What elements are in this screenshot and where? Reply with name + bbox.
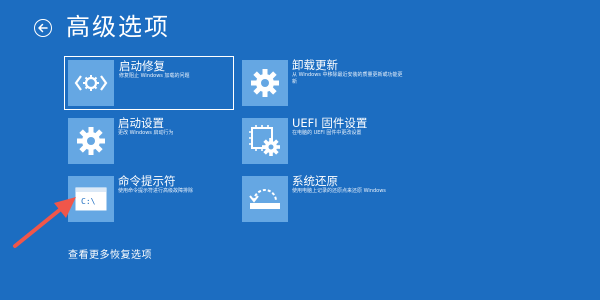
tile-description: 使用电脑上记录的还原点来还原 Windows	[292, 188, 386, 194]
code-brackets-icon	[68, 60, 114, 106]
tile-startup-settings[interactable]: 启动设置 更改 Windows 启动行为	[64, 114, 234, 168]
firmware-chip-gear-icon	[242, 118, 288, 164]
annotation-arrow-icon	[13, 197, 76, 248]
back-button[interactable]	[34, 19, 52, 37]
tile-title: 命令提示符	[118, 174, 176, 188]
tile-system-restore[interactable]: 系统还原 使用电脑上记录的还原点来还原 Windows	[238, 172, 408, 226]
back-arrow-icon	[38, 23, 48, 33]
tile-uninstall-updates[interactable]: 卸载更新 从 Windows 中移除最近安装的质量更新或功能更新	[238, 56, 408, 110]
tile-startup-repair[interactable]: 启动修复 修复阻止 Windows 加载的问题	[64, 56, 234, 110]
tile-uefi-firmware-settings[interactable]: UEFI 固件设置 在电脑的 UEFI 固件中更改设置	[238, 114, 408, 168]
tile-title: 启动设置	[118, 116, 164, 130]
tile-title: 启动修复	[119, 59, 165, 73]
tile-description: 在电脑的 UEFI 固件中更改设置	[292, 130, 362, 136]
tile-description: 修复阻止 Windows 加载的问题	[119, 73, 190, 79]
gear-icon	[68, 118, 114, 164]
tile-description: 从 Windows 中移除最近安装的质量更新或功能更新	[292, 72, 403, 85]
tile-description: 更改 Windows 启动行为	[118, 130, 174, 136]
tile-description: 使用命令提示符进行高级故障排除	[118, 188, 194, 194]
gear-icon	[242, 60, 288, 106]
tile-title: 卸载更新	[292, 58, 338, 72]
page-title: 高级选项	[66, 13, 170, 41]
advanced-options-screen: 高级选项 启动修复 修复阻止 Windows 加载的问题 卸载更新 从 Wind…	[0, 0, 600, 300]
system-restore-icon	[242, 176, 288, 222]
tile-title: 系统还原	[292, 174, 338, 188]
tile-title: UEFI 固件设置	[292, 116, 368, 130]
